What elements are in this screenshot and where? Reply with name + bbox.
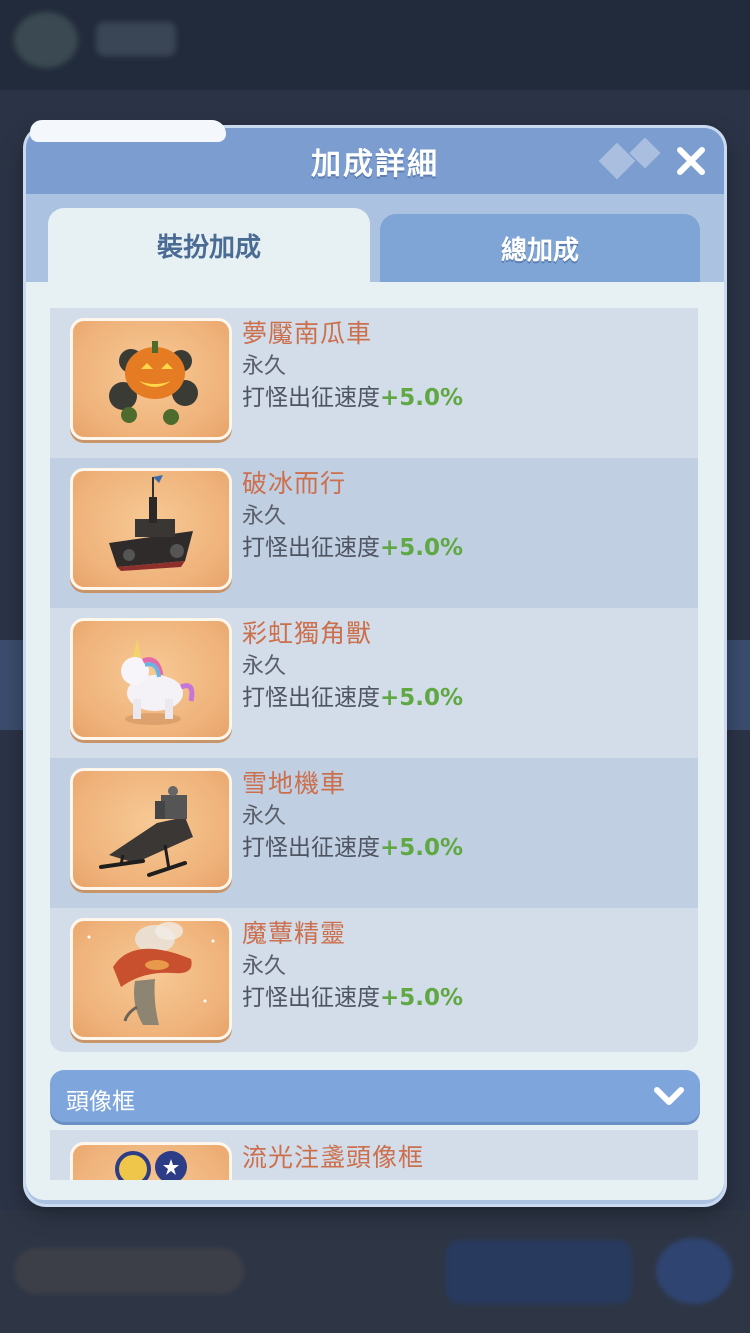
item-thumbnail bbox=[70, 1142, 232, 1180]
item-thumbnail bbox=[70, 918, 232, 1040]
item-thumbnail bbox=[70, 768, 232, 890]
bonus-label: 打怪出征速度 bbox=[242, 385, 380, 411]
item-name: 魔蕈精靈 bbox=[242, 919, 347, 948]
item-name: 雪地機車 bbox=[242, 769, 347, 798]
item-bonus: 打怪出征速度+5.0% bbox=[242, 378, 463, 412]
bonus-value: +5.0% bbox=[380, 535, 464, 561]
item-thumbnail bbox=[70, 468, 232, 590]
item-name: 夢魘南瓜車 bbox=[242, 319, 373, 348]
item-name: 破冰而行 bbox=[242, 469, 347, 498]
bonus-label: 打怪出征速度 bbox=[242, 835, 380, 861]
item-bonus: 打怪出征速度+5.0% bbox=[242, 528, 463, 562]
background-resource-pill bbox=[14, 1248, 244, 1294]
bonus-value: +5.0% bbox=[380, 385, 464, 411]
dialog-title: 加成詳細 bbox=[311, 147, 439, 182]
chevron-down-icon bbox=[654, 1087, 684, 1105]
bonus-label: 打怪出征速度 bbox=[242, 985, 380, 1011]
avatar-frame-icon bbox=[115, 1151, 187, 1180]
bonus-detail-dialog: 加成詳細 裝扮加成 總加成 夢魘南瓜車 永久 打怪出征速度+5.0% 破冰而行 … bbox=[26, 128, 724, 1204]
list-item: 彩虹獨角獸 永久 打怪出征速度+5.0% bbox=[50, 608, 698, 758]
item-bonus: 打怪出征速度+5.0% bbox=[242, 828, 463, 862]
bonus-label: 打怪出征速度 bbox=[242, 535, 380, 561]
list-item: 雪地機車 永久 打怪出征速度+5.0% bbox=[50, 758, 698, 908]
list-item: 魔蕈精靈 永久 打怪出征速度+5.0% bbox=[50, 908, 698, 1052]
background-round-button bbox=[656, 1238, 732, 1304]
item-thumbnail bbox=[70, 318, 232, 440]
item-duration: 永久 bbox=[242, 654, 287, 679]
avatar-frame-list[interactable]: 流光注盞頭像框 bbox=[50, 1130, 698, 1180]
close-button[interactable] bbox=[672, 142, 710, 180]
item-duration: 永久 bbox=[242, 954, 287, 979]
item-duration: 永久 bbox=[242, 804, 287, 829]
bonus-value: +5.0% bbox=[380, 835, 464, 861]
snowmobile-icon bbox=[99, 786, 193, 877]
tab-content-panel: 夢魘南瓜車 永久 打怪出征速度+5.0% 破冰而行 永久 打怪出征速度+5.0%… bbox=[26, 282, 724, 1200]
close-icon bbox=[677, 147, 705, 175]
background-action-button bbox=[446, 1240, 632, 1304]
item-thumbnail bbox=[70, 618, 232, 740]
tab-outfit-bonus[interactable]: 裝扮加成 bbox=[48, 208, 370, 282]
bonus-value: +5.0% bbox=[380, 685, 464, 711]
bonus-item-list[interactable]: 夢魘南瓜車 永久 打怪出征速度+5.0% 破冰而行 永久 打怪出征速度+5.0%… bbox=[50, 308, 698, 1052]
section-header-avatar-frame[interactable]: 頭像框 bbox=[50, 1070, 700, 1122]
bonus-label: 打怪出征速度 bbox=[242, 685, 380, 711]
item-name: 彩虹獨角獸 bbox=[242, 619, 373, 648]
rainbow-unicorn-icon bbox=[121, 639, 195, 725]
background-avatar bbox=[14, 12, 78, 68]
snow-decoration bbox=[30, 120, 226, 142]
item-name: 流光注盞頭像框 bbox=[242, 1143, 425, 1172]
icebreaker-ship-icon bbox=[109, 475, 193, 571]
bonus-value: +5.0% bbox=[380, 985, 464, 1011]
item-bonus: 打怪出征速度+5.0% bbox=[242, 678, 463, 712]
background-player-name bbox=[96, 22, 176, 56]
item-duration: 永久 bbox=[242, 354, 287, 379]
list-item: 流光注盞頭像框 bbox=[50, 1130, 698, 1180]
list-item: 破冰而行 永久 打怪出征速度+5.0% bbox=[50, 458, 698, 608]
section-label: 頭像框 bbox=[66, 1089, 135, 1115]
item-duration: 永久 bbox=[242, 504, 287, 529]
tab-total-bonus[interactable]: 總加成 bbox=[380, 214, 700, 282]
mushroom-spirit-icon bbox=[87, 922, 215, 1025]
item-bonus: 打怪出征速度+5.0% bbox=[242, 978, 463, 1012]
header-decoration bbox=[598, 138, 661, 180]
list-item: 夢魘南瓜車 永久 打怪出征速度+5.0% bbox=[50, 308, 698, 458]
pumpkin-carriage-icon bbox=[109, 341, 198, 425]
